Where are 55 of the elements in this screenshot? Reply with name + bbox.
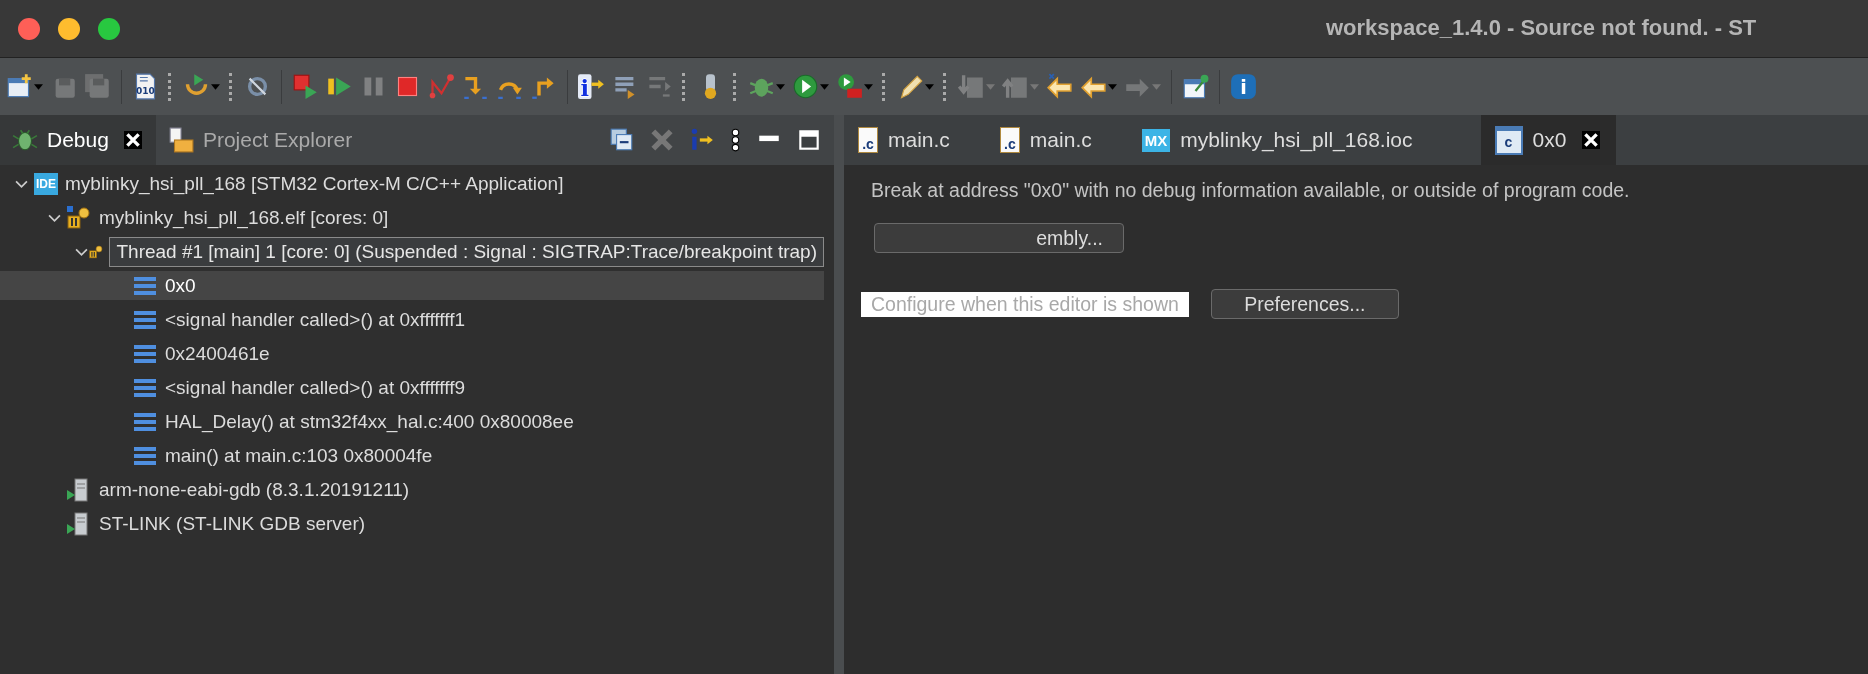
tree-item[interactable]: HAL_Delay() at stm32f4xx_hal.c:400 0x80008ee: [0, 407, 824, 436]
step-mode-icon[interactable]: [689, 127, 715, 153]
dropdown-caret-icon[interactable]: [820, 83, 829, 90]
editor-tab[interactable]: .c main.c: [858, 115, 974, 165]
last-edit-icon[interactable]: [1046, 73, 1073, 100]
maximize-icon[interactable]: [796, 127, 822, 153]
tree-item[interactable]: ST-LINK (ST-LINK GDB server): [0, 509, 824, 538]
minimize-window-icon[interactable]: [58, 17, 80, 40]
pinned-window-icon[interactable]: [1182, 73, 1209, 100]
tree-item[interactable]: main() at main.c:103 0x80004fe: [0, 441, 824, 470]
relaunch-icon[interactable]: [292, 73, 319, 100]
tree-item[interactable]: <signal handler called>() at 0xfffffff9: [0, 373, 824, 402]
tree-item[interactable]: arm-none-eabi-gdb (8.3.1.20191211): [0, 475, 824, 504]
dropdown-caret-icon[interactable]: [925, 83, 934, 90]
tree-item[interactable]: IDE myblinky_hsi_pll_168 [STM32 Cortex-M C/C++ Application]: [0, 169, 824, 198]
zoom-window-icon[interactable]: [98, 17, 120, 40]
tree-item[interactable]: 0x0: [0, 271, 824, 300]
view-tab[interactable]: Debug: [0, 115, 156, 165]
process-icon: [67, 205, 91, 230]
new-window-icon[interactable]: [6, 73, 33, 100]
c-file-icon: .c: [999, 127, 1020, 153]
close-icon[interactable]: [1582, 131, 1601, 149]
dropdown-caret-icon[interactable]: [1108, 83, 1117, 90]
server-icon: [67, 477, 91, 502]
mx-file-icon: MX: [1141, 128, 1171, 152]
tree-item[interactable]: <signal handler called>() at 0xfffffff1: [0, 305, 824, 334]
dropdown-caret-icon[interactable]: [864, 83, 873, 90]
editor-tab[interactable]: .c main.c: [999, 115, 1116, 165]
tree-item[interactable]: 0x2400461e: [0, 339, 824, 368]
window-title: workspace_1.4.0 - Source not found. - ST: [1326, 15, 1757, 41]
c-file-icon: .c: [858, 127, 878, 153]
collapse-all-icon[interactable]: [609, 127, 635, 153]
remove-icon[interactable]: [649, 127, 675, 153]
external-tools-icon[interactable]: [836, 73, 863, 100]
tree-item[interactable]: myblinky_hsi_pll_168.elf [cores: 0]: [0, 203, 824, 232]
ide-icon: IDE: [34, 172, 58, 195]
dropdown-caret-icon[interactable]: [34, 83, 43, 90]
run-icon[interactable]: [792, 73, 819, 100]
folder-documents-icon: [167, 127, 194, 153]
view-menu-icon[interactable]: [729, 127, 742, 153]
info-icon[interactable]: i: [1230, 73, 1257, 100]
message-text: Break at address "0x0" with no debug information available, or outside of program code.: [871, 179, 1631, 202]
dropdown-caret-icon[interactable]: [211, 83, 220, 90]
dropdown-caret-icon[interactable]: [776, 83, 785, 90]
editor-tab[interactable]: c 0x0: [1480, 115, 1617, 165]
view-tab[interactable]: Project Explorer: [155, 115, 367, 165]
server-icon: [67, 511, 91, 536]
disconnect-icon[interactable]: [428, 73, 455, 100]
close-icon[interactable]: [123, 131, 142, 149]
preferences-button[interactable]: Preferences...: [1210, 289, 1399, 319]
editor-tab[interactable]: MX myblinky_hsi_pll_168.ioc: [1141, 115, 1437, 165]
close-window-icon[interactable]: [18, 17, 40, 40]
disassembly-button[interactable]: embly...: [874, 223, 1124, 253]
c-window-icon: c: [1494, 125, 1523, 155]
bug-icon: [12, 127, 38, 153]
